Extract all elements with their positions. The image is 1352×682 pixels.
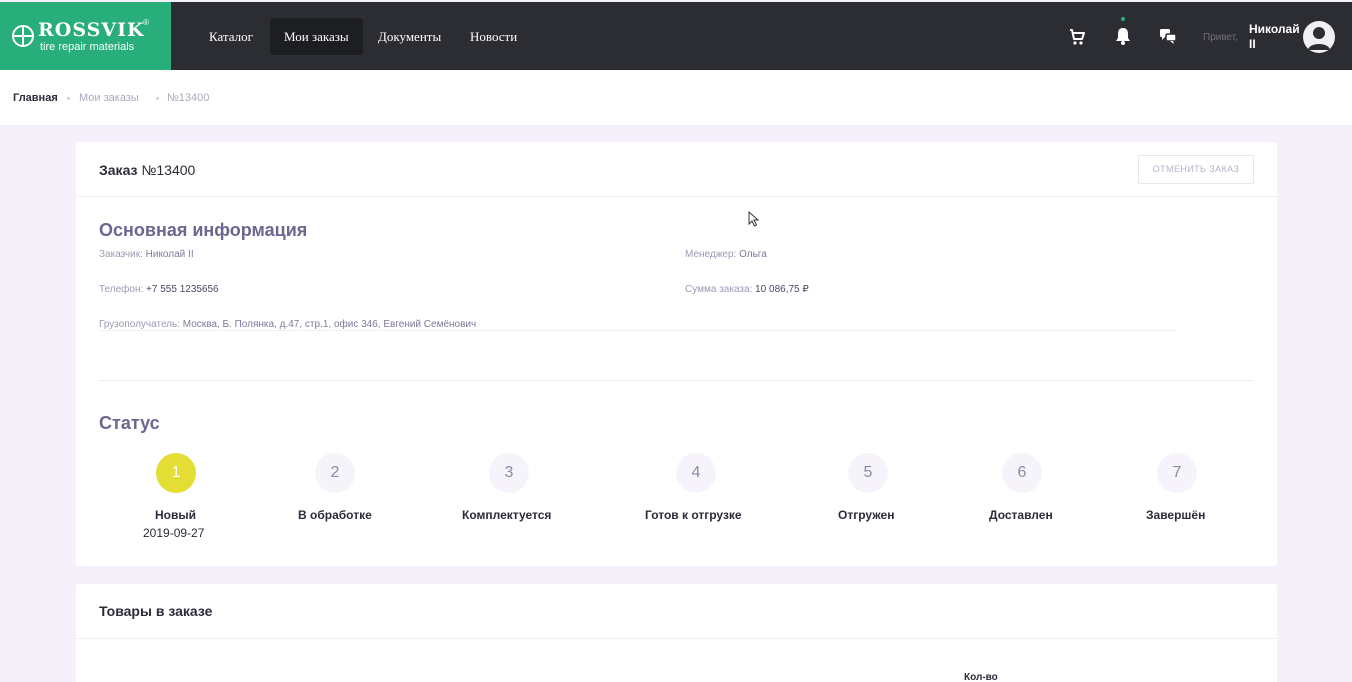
nav-item-documents[interactable]: Документы xyxy=(364,18,455,55)
status-step-1-label: Новый xyxy=(155,508,196,522)
order-goods-card: Товары в заказе Кол-во xyxy=(76,584,1277,682)
logo-emblem-icon xyxy=(12,25,34,47)
status-step-1-date: 2019-09-27 xyxy=(143,526,205,540)
status-track xyxy=(100,330,1177,331)
nav-item-catalog[interactable]: Каталог xyxy=(195,18,267,55)
total-label: Сумма заказа: xyxy=(685,284,753,295)
breadcrumb-separator xyxy=(156,97,159,100)
avatar[interactable] xyxy=(1303,21,1335,53)
status-step-7: 7 xyxy=(1157,453,1197,493)
status-step-3-label: Комплектуется xyxy=(462,508,552,522)
manager-label: Менеджер: xyxy=(685,249,737,260)
phone-info: Телефон: +7 555 1235656 xyxy=(99,284,219,295)
order-title-prefix: Заказ xyxy=(99,162,138,178)
cart-icon[interactable] xyxy=(1066,24,1088,48)
breadcrumb-home[interactable]: Главная xyxy=(13,92,58,104)
status-step-6: 6 xyxy=(1002,453,1042,493)
goods-card-header: Товары в заказе xyxy=(76,584,1277,639)
order-title: Заказ №13400 xyxy=(99,162,195,178)
user-name[interactable]: Николай II xyxy=(1249,22,1305,52)
consignee-info: Грузополучатель: Москва, Б. Полянка, д.4… xyxy=(99,319,476,330)
customer-label: Заказчик: xyxy=(99,249,143,260)
customer-info: Заказчик: Николай II xyxy=(99,249,194,260)
breadcrumb-separator xyxy=(67,97,70,100)
breadcrumb-current: №13400 xyxy=(167,92,210,104)
status-step-5: 5 xyxy=(848,453,888,493)
consignee-label: Грузополучатель: xyxy=(99,319,181,330)
cancel-order-button[interactable]: ОТМЕНИТЬ ЗАКАЗ xyxy=(1138,155,1254,184)
status-step-2: 2 xyxy=(315,453,355,493)
nav-item-news[interactable]: Новости xyxy=(456,18,531,55)
goods-column-quantity: Кол-во xyxy=(964,672,998,682)
bell-icon[interactable] xyxy=(1112,24,1134,48)
status-step-6-label: Доставлен xyxy=(989,508,1053,522)
greeting-text: Привет, xyxy=(1203,32,1239,43)
manager-value: Ольга xyxy=(739,249,767,260)
status-title: Статус xyxy=(99,413,160,433)
status-step-1: 1 xyxy=(156,453,196,493)
consignee-value: Москва, Б. Полянка, д.47, стр.1, офис 34… xyxy=(182,319,477,330)
user-avatar-icon xyxy=(1308,27,1330,50)
breadcrumb: Главная Мои заказы №13400 xyxy=(0,70,1352,125)
status-step-7-label: Завершён xyxy=(1146,508,1206,522)
mouse-cursor-icon xyxy=(748,211,760,227)
main-info-title: Основная информация xyxy=(99,220,308,240)
chat-icon[interactable] xyxy=(1157,24,1179,48)
total-value: 10 086,75 ₽ xyxy=(755,284,809,295)
nav-item-my-orders[interactable]: Мои заказы xyxy=(270,18,363,55)
status-step-2-label: В обработке xyxy=(298,508,372,522)
order-card: Заказ №13400 ОТМЕНИТЬ ЗАКАЗ Основная инф… xyxy=(76,142,1277,566)
brand-logo[interactable]: ROSSVIK ® tire repair materials xyxy=(0,2,171,70)
total-info: Сумма заказа: 10 086,75 ₽ xyxy=(685,284,809,295)
brand-registered-mark: ® xyxy=(143,18,149,27)
goods-title: Товары в заказе xyxy=(99,603,213,619)
phone-value: +7 555 1235656 xyxy=(146,284,219,295)
customer-value: Николай II xyxy=(145,249,194,260)
brand-tagline: tire repair materials xyxy=(40,41,135,53)
order-card-header: Заказ №13400 ОТМЕНИТЬ ЗАКАЗ xyxy=(76,142,1277,197)
order-number: №13400 xyxy=(141,162,196,178)
status-step-4: 4 xyxy=(676,453,716,493)
section-divider xyxy=(99,380,1254,381)
status-step-5-label: Отгружен xyxy=(838,508,895,522)
brand-name: ROSSVIK xyxy=(38,19,145,41)
phone-label: Телефон: xyxy=(99,284,144,295)
status-step-4-label: Готов к отгрузке xyxy=(645,508,742,522)
status-step-3: 3 xyxy=(489,453,529,493)
breadcrumb-my-orders[interactable]: Мои заказы xyxy=(79,92,139,104)
manager-info: Менеджер: Ольга xyxy=(685,249,767,260)
notification-indicator xyxy=(1121,17,1125,21)
top-navbar: ROSSVIK ® tire repair materials Каталог … xyxy=(0,2,1352,70)
